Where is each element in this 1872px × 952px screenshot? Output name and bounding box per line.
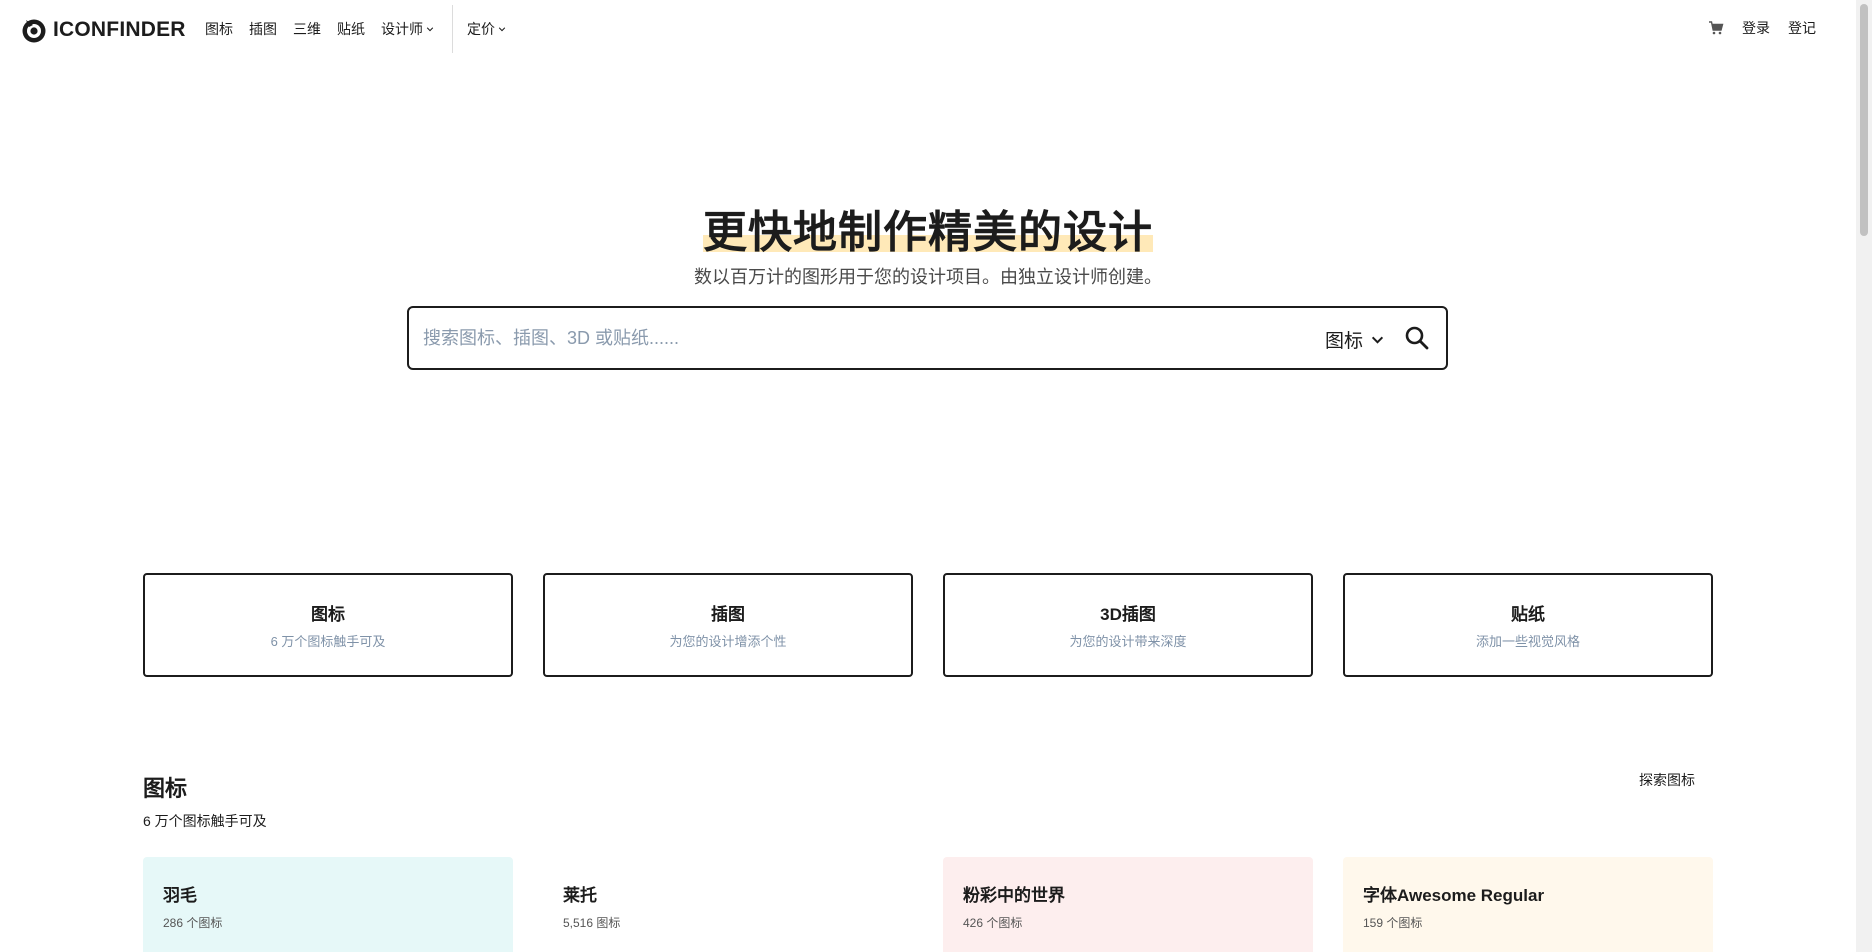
icon-set-count: 286 个图标 bbox=[163, 916, 223, 930]
chevron-down-icon bbox=[426, 27, 434, 32]
register-link[interactable]: 登记 bbox=[1788, 18, 1816, 38]
nav-divider bbox=[452, 5, 453, 53]
header-actions: 登录 登记 bbox=[1708, 18, 1816, 38]
search-bar: 图标 bbox=[407, 306, 1448, 370]
scrollbar-thumb[interactable] bbox=[1860, 4, 1868, 236]
logo-text: ICONFINDER bbox=[53, 18, 186, 41]
card-title: 贴纸 bbox=[1511, 605, 1545, 624]
page-scrollbar[interactable] bbox=[1856, 0, 1872, 952]
icon-set-card[interactable]: 莱托 5,516 图标 bbox=[543, 857, 913, 952]
section-subtitle: 6 万个图标触手可及 bbox=[143, 813, 267, 829]
icon-set-card[interactable]: 字体Awesome Regular 159 个图标 bbox=[1343, 857, 1713, 952]
card-title: 插图 bbox=[711, 605, 745, 624]
cart-icon[interactable] bbox=[1708, 20, 1724, 36]
search-input[interactable] bbox=[423, 308, 1283, 368]
icon-set-title: 莱托 bbox=[563, 886, 597, 905]
nav-item-3d[interactable]: 三维 bbox=[293, 19, 321, 39]
category-card-stickers[interactable]: 贴纸 添加一些视觉风格 bbox=[1343, 573, 1713, 677]
nav-item-designers[interactable]: 设计师 bbox=[381, 19, 434, 39]
icon-set-count: 5,516 图标 bbox=[563, 916, 621, 930]
chevron-down-icon bbox=[498, 27, 506, 32]
nav-item-illustrations-label: 插图 bbox=[249, 21, 277, 37]
nav-item-pricing-label: 定价 bbox=[467, 21, 495, 37]
section-title: 图标 bbox=[143, 776, 188, 801]
icon-set-list: 羽毛 286 个图标 莱托 5,516 图标 粉彩中的世界 426 个图标 字体… bbox=[143, 857, 1714, 952]
nav-item-3d-label: 三维 bbox=[293, 21, 321, 37]
main-nav: 图标 插图 三维 贴纸 设计师 定价 bbox=[205, 5, 522, 53]
logo[interactable]: ICONFINDER bbox=[20, 15, 186, 45]
card-subtitle: 为您的设计带来深度 bbox=[1069, 634, 1187, 649]
nav-item-illustrations[interactable]: 插图 bbox=[249, 19, 277, 39]
card-subtitle: 为您的设计增添个性 bbox=[669, 634, 787, 649]
nav-item-stickers[interactable]: 贴纸 bbox=[337, 19, 365, 39]
explore-icons-link[interactable]: 探索图标 bbox=[1639, 770, 1695, 790]
nav-item-designers-label: 设计师 bbox=[381, 21, 423, 37]
nav-item-icons-label: 图标 bbox=[205, 21, 233, 37]
category-cards: 图标 6 万个图标触手可及 插图 为您的设计增添个性 3D插图 为您的设计带来深… bbox=[143, 573, 1714, 677]
icon-set-title: 羽毛 bbox=[163, 886, 197, 905]
hero-title: 更快地制作精美的设计 bbox=[0, 196, 1856, 260]
search-type-select[interactable]: 图标 bbox=[1325, 326, 1384, 353]
nav-item-pricing[interactable]: 定价 bbox=[467, 19, 506, 39]
chevron-down-icon bbox=[1371, 336, 1384, 344]
category-card-icons[interactable]: 图标 6 万个图标触手可及 bbox=[143, 573, 513, 677]
icon-set-title: 粉彩中的世界 bbox=[963, 886, 1065, 905]
category-card-3d[interactable]: 3D插图 为您的设计带来深度 bbox=[943, 573, 1313, 677]
icon-set-count: 426 个图标 bbox=[963, 916, 1023, 930]
category-card-illustrations[interactable]: 插图 为您的设计增添个性 bbox=[543, 573, 913, 677]
nav-item-icons[interactable]: 图标 bbox=[205, 19, 233, 39]
icon-set-count: 159 个图标 bbox=[1363, 916, 1423, 930]
login-link[interactable]: 登录 bbox=[1742, 18, 1770, 38]
search-type-label: 图标 bbox=[1325, 331, 1364, 352]
icon-set-card[interactable]: 粉彩中的世界 426 个图标 bbox=[943, 857, 1313, 952]
iconfinder-logo-icon bbox=[22, 19, 46, 43]
icon-set-card[interactable]: 羽毛 286 个图标 bbox=[143, 857, 513, 952]
hero-title-text: 更快地制作精美的设计 bbox=[703, 208, 1153, 257]
icon-set-title: 字体Awesome Regular bbox=[1363, 886, 1545, 905]
card-title: 3D插图 bbox=[1100, 605, 1156, 624]
card-subtitle: 6 万个图标触手可及 bbox=[270, 634, 386, 649]
nav-item-stickers-label: 贴纸 bbox=[337, 21, 365, 37]
hero-subtitle: 数以百万计的图形用于您的设计项目。由独立设计师创建。 bbox=[694, 267, 1162, 287]
top-header: ICONFINDER 图标 插图 三维 贴纸 设计师 定价 登录 登记 bbox=[0, 0, 1856, 60]
card-subtitle: 添加一些视觉风格 bbox=[1475, 634, 1580, 649]
card-title: 图标 bbox=[311, 605, 345, 624]
search-icon[interactable] bbox=[1403, 324, 1431, 352]
